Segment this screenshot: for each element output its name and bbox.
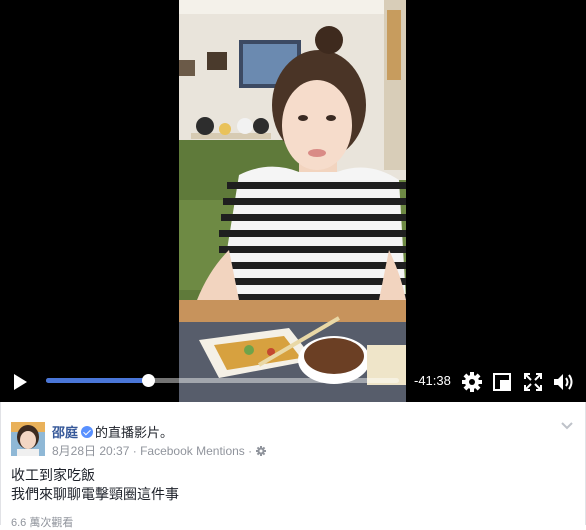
post-action: 的直播影片。 [95,425,174,440]
fullscreen-icon [524,373,542,391]
picture-in-picture-button[interactable] [493,373,511,391]
volume-button[interactable] [553,372,575,392]
verified-badge-icon [81,426,94,438]
progress-fill [46,378,149,383]
chevron-down-icon[interactable] [561,422,573,430]
post-card: 邵庭 的直播影片。 8月28日 20:37 · Facebook Mentions… [0,402,586,529]
avatar[interactable] [11,422,45,456]
video-still [179,0,406,402]
video-player[interactable]: -41:38 [0,0,586,402]
post-meta: 8月28日 20:37 · Facebook Mentions · [52,442,266,459]
video-frame[interactable] [179,0,406,402]
player-controls: -41:38 [0,362,586,402]
progress-bar[interactable] [46,374,399,387]
meta-separator: · [132,444,137,458]
avatar-image [11,422,45,456]
post-source[interactable]: Facebook Mentions [140,444,245,458]
play-icon [14,374,27,390]
fullscreen-button[interactable] [524,373,542,391]
meta-separator: · [248,444,253,458]
post-date[interactable]: 8月28日 20:37 [52,444,129,458]
volume-icon [554,374,573,390]
view-count: 6.6 萬次觀看 [11,517,74,529]
play-button[interactable] [12,373,28,391]
time-remaining: -41:38 [414,373,451,388]
picture-in-picture-icon [493,373,511,391]
settings-button[interactable] [462,372,482,392]
progress-scrubber[interactable] [142,374,156,387]
gear-icon[interactable] [255,446,266,456]
post-text-line: 我們來聊聊電擊頸圈這件事 [11,486,179,502]
gear-icon [462,372,482,392]
post-text-line: 收工到家吃飯 [11,467,95,483]
author-name[interactable]: 邵庭 [52,425,78,440]
post-header: 邵庭 的直播影片。 [52,422,173,441]
